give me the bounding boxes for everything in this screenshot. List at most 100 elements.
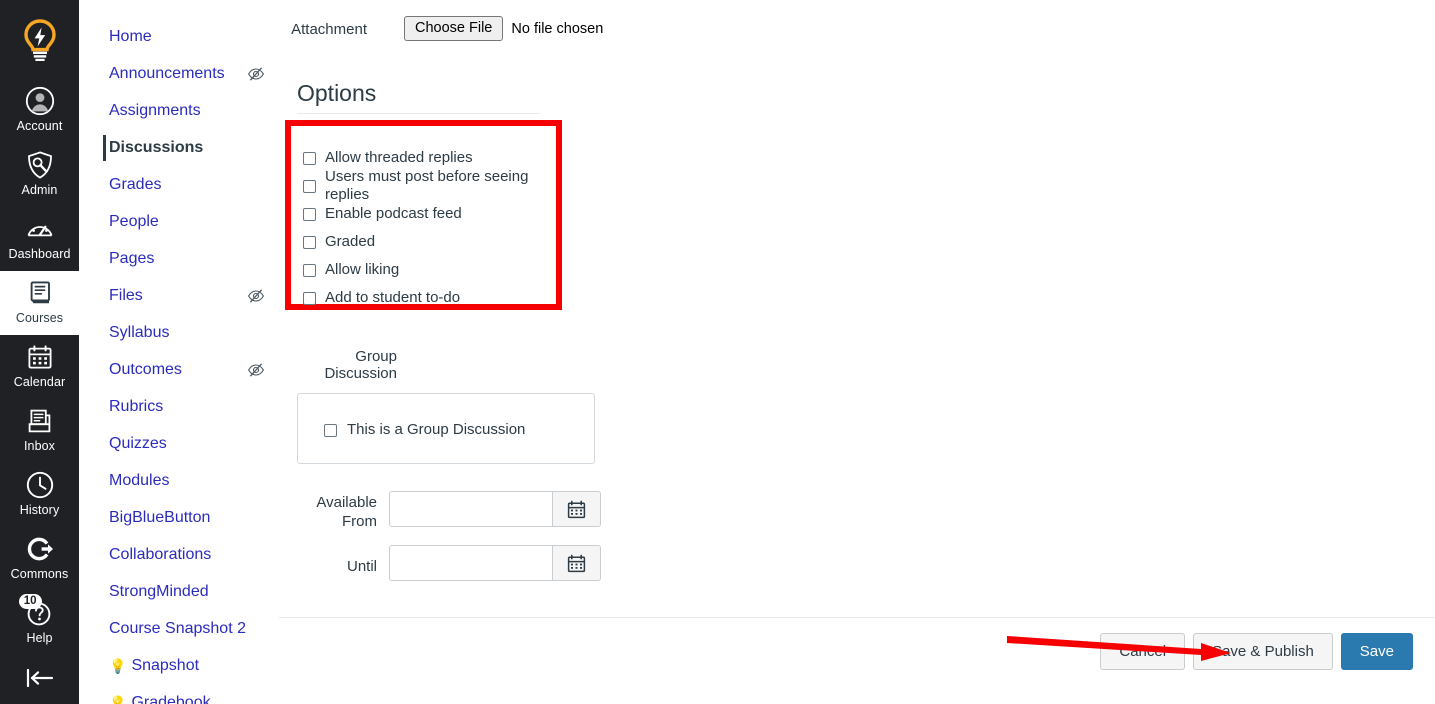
- global-nav-item-courses[interactable]: Courses: [0, 271, 79, 335]
- option-label: Enable podcast feed: [325, 205, 462, 222]
- course-nav-item-bigbluebutton[interactable]: BigBlueButton: [79, 499, 279, 536]
- course-nav-item-people[interactable]: People: [79, 203, 279, 240]
- course-nav-item-collaborations[interactable]: Collaborations: [79, 536, 279, 573]
- option-label: Allow liking: [325, 261, 400, 278]
- global-nav-item-account[interactable]: Account: [0, 79, 79, 143]
- checkbox[interactable]: [303, 235, 316, 249]
- course-nav-item-gradebook[interactable]: 💡 Gradebook: [79, 684, 279, 704]
- clock-icon: [25, 470, 55, 500]
- course-nav-label: Course Snapshot 2: [109, 619, 246, 637]
- calendar-icon: [567, 500, 586, 518]
- collapse-nav-button[interactable]: [0, 655, 79, 701]
- options-divider: [297, 113, 540, 114]
- option-add-to-student-to-do[interactable]: Add to student to-do: [303, 284, 556, 312]
- course-nav-item-course-snapshot-2[interactable]: Course Snapshot 2: [79, 610, 279, 647]
- inbox-tray-icon: [25, 406, 55, 436]
- available-from-input[interactable]: [390, 492, 552, 526]
- global-nav-label: Admin: [21, 183, 58, 197]
- form-actions: Cancel Save & Publish Save: [1100, 633, 1413, 670]
- course-nav-item-quizzes[interactable]: Quizzes: [79, 425, 279, 462]
- save-and-publish-button[interactable]: Save & Publish: [1193, 633, 1333, 670]
- course-nav-item-announcements[interactable]: Announcements: [79, 55, 279, 92]
- question-bubble-icon: 10: [18, 594, 55, 628]
- global-nav-label: Calendar: [13, 375, 66, 389]
- option-enable-podcast-feed[interactable]: Enable podcast feed: [303, 200, 556, 228]
- course-nav-label: Collaborations: [109, 545, 212, 563]
- course-nav-item-rubrics[interactable]: Rubrics: [79, 388, 279, 425]
- option-allow-liking[interactable]: Allow liking: [303, 256, 556, 284]
- option-label: Graded: [325, 233, 376, 250]
- course-navigation: Home Announcements Assignments Discussio…: [79, 0, 279, 704]
- global-nav-item-commons[interactable]: Commons: [0, 527, 79, 591]
- global-nav-label: Help: [26, 631, 53, 645]
- course-nav-label: StrongMinded: [109, 582, 209, 600]
- until-label: Until: [346, 557, 377, 575]
- checkbox[interactable]: [303, 151, 316, 165]
- course-nav-item-strongminded[interactable]: StrongMinded: [79, 573, 279, 610]
- available-from-calendar-button[interactable]: [552, 492, 600, 526]
- course-nav-item-modules[interactable]: Modules: [79, 462, 279, 499]
- global-nav-label: Account: [16, 119, 63, 133]
- course-nav-label: Outcomes: [109, 360, 182, 378]
- user-circle-icon: [25, 86, 55, 116]
- option-graded[interactable]: Graded: [303, 228, 556, 256]
- course-nav-item-syllabus[interactable]: Syllabus: [79, 314, 279, 351]
- course-nav-item-files[interactable]: Files: [79, 277, 279, 314]
- checkbox[interactable]: [303, 291, 316, 305]
- option-label: This is a Group Discussion: [347, 421, 526, 438]
- global-nav-item-admin[interactable]: Admin: [0, 143, 79, 207]
- eye-slash-icon: [247, 65, 265, 83]
- until-calendar-button[interactable]: [552, 546, 600, 580]
- discussion-edit-form: Attachment Choose File No file chosen Op…: [279, 0, 1435, 704]
- group-discussion-label: Group Discussion: [324, 348, 397, 382]
- course-nav-label: Home: [109, 27, 152, 45]
- help-badge-count: 10: [18, 594, 42, 609]
- global-nav-item-inbox[interactable]: Inbox: [0, 399, 79, 463]
- course-nav-label: Rubrics: [109, 397, 164, 415]
- attachment-file-input[interactable]: Choose File No file chosen: [404, 16, 603, 41]
- cancel-button[interactable]: Cancel: [1100, 633, 1186, 670]
- shield-wrench-icon: [25, 150, 55, 180]
- choose-file-button[interactable]: Choose File: [404, 16, 504, 41]
- calendar-icon: [25, 342, 55, 372]
- checkbox[interactable]: [303, 263, 316, 277]
- save-button[interactable]: Save: [1340, 633, 1413, 670]
- course-nav-item-home[interactable]: Home: [79, 18, 279, 55]
- attachment-row: Attachment Choose File No file chosen: [279, 16, 603, 41]
- course-nav-label: Grades: [109, 175, 162, 193]
- options-checkbox-group: Allow threaded replies Users must post b…: [285, 120, 562, 310]
- footer-divider: [279, 617, 1435, 618]
- group-discussion-box: This is a Group Discussion: [297, 393, 595, 464]
- course-nav-item-assignments[interactable]: Assignments: [79, 92, 279, 129]
- arrow-circle-right-icon: [25, 534, 55, 564]
- global-nav-item-calendar[interactable]: Calendar: [0, 335, 79, 399]
- course-nav-label: Announcements: [109, 64, 225, 82]
- course-nav-label: BigBlueButton: [109, 508, 211, 526]
- until-input[interactable]: [390, 546, 552, 580]
- course-nav-item-snapshot[interactable]: 💡 Snapshot: [79, 647, 279, 684]
- course-nav-label: Gradebook: [131, 693, 211, 704]
- options-heading: Options: [297, 80, 377, 106]
- global-nav-item-history[interactable]: History: [0, 463, 79, 527]
- option-this-is-a-group-discussion[interactable]: This is a Group Discussion: [324, 416, 594, 444]
- checkbox[interactable]: [303, 179, 316, 193]
- available-from-field[interactable]: [389, 491, 601, 527]
- option-users-must-post-before-seeing-replies[interactable]: Users must post before seeing replies: [303, 168, 556, 203]
- checkbox[interactable]: [324, 423, 337, 437]
- checkbox[interactable]: [303, 207, 316, 221]
- global-nav-label: Courses: [15, 311, 64, 325]
- course-nav-item-discussions[interactable]: Discussions: [79, 129, 279, 166]
- global-nav-item-help[interactable]: 10 Help: [0, 591, 79, 655]
- course-nav-item-outcomes[interactable]: Outcomes: [79, 351, 279, 388]
- course-nav-label: Quizzes: [109, 434, 167, 452]
- app-logo[interactable]: [0, 0, 79, 79]
- attachment-label: Attachment: [291, 21, 367, 38]
- lightbulb-icon: 💡: [109, 657, 127, 674]
- course-nav-item-pages[interactable]: Pages: [79, 240, 279, 277]
- global-nav-label: Dashboard: [8, 247, 71, 261]
- collapse-left-icon: [26, 668, 53, 688]
- until-field[interactable]: [389, 545, 601, 581]
- global-nav-item-dashboard[interactable]: Dashboard: [0, 207, 79, 271]
- course-nav-item-grades[interactable]: Grades: [79, 166, 279, 203]
- lightbulb-icon: 💡: [109, 694, 127, 704]
